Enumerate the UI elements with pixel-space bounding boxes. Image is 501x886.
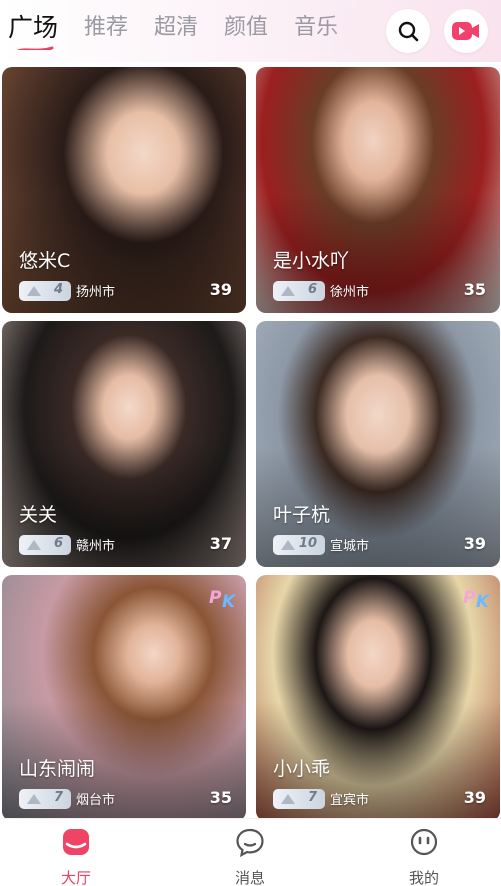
live-button[interactable] [444,9,488,53]
streamer-name: 小小乖 [273,758,331,780]
nav-hall-label: 大厅 [60,869,91,886]
nav-messages-label: 消息 [234,869,265,886]
age-label: 35 [463,280,486,299]
city-label: 扬州市 [76,285,116,300]
streamer-card[interactable]: P K 山东闹闹 7 烟台市 35 [2,575,246,821]
tab-plaza[interactable]: 广场 [8,10,58,46]
streamer-card[interactable]: 叶子杭 10 宣城市 39 [256,321,500,567]
pk-icon: P K [209,588,237,609]
nav-messages[interactable]: 消息 [210,827,290,886]
streamer-name: 叶子杭 [273,504,331,526]
city-label: 赣州市 [76,539,116,554]
city-label: 宜宾市 [330,793,370,808]
active-tab-indicator [16,46,54,50]
tab-hd[interactable]: 超清 [154,10,198,46]
level-badge: 10 [273,535,325,555]
search-button[interactable] [386,9,430,53]
streamer-name: 是小水吖 [273,250,350,272]
svg-text:P: P [463,588,476,608]
streamer-name: 山东闹闹 [19,758,96,780]
tab-recommend[interactable]: 推荐 [84,10,128,46]
streamer-card[interactable]: 是小水吖 6 徐州市 35 [256,67,500,313]
streamer-card[interactable]: 关关 6 赣州市 37 [2,321,246,567]
level-badge: 6 [19,535,71,555]
bottom-nav: 大厅 消息 我的 [0,818,501,886]
streamer-name: 关关 [19,504,58,526]
age-label: 39 [463,534,486,553]
nav-hall[interactable]: 大厅 [36,827,116,886]
hall-icon [63,829,89,855]
age-label: 35 [209,788,232,807]
level-badge: 4 [19,281,71,301]
age-label: 37 [209,534,232,553]
streamer-name: 悠米C [19,250,71,272]
video-camera-icon [452,22,479,40]
city-label: 徐州市 [330,285,370,300]
streamer-grid: 悠米C 4 扬州市 39 是小水吖 6 徐州市 35 关关 6 赣州市 37 叶… [0,62,501,821]
level-badge: 7 [273,789,325,809]
pk-icon: P K [463,588,491,609]
top-bar: 广场 推荐 超清 颜值 音乐 [0,0,501,62]
streamer-card[interactable]: P K 小小乖 7 宜宾市 39 [256,575,500,821]
message-icon [236,828,264,857]
search-icon [398,21,419,42]
city-label: 宣城市 [330,539,370,554]
nav-profile[interactable]: 我的 [384,827,464,886]
level-badge: 6 [273,281,325,301]
profile-icon [410,828,438,856]
age-label: 39 [463,788,486,807]
streamer-card[interactable]: 悠米C 4 扬州市 39 [2,67,246,313]
nav-profile-label: 我的 [408,869,439,886]
tab-looks[interactable]: 颜值 [224,10,268,46]
svg-text:P: P [209,588,222,608]
svg-text:K: K [222,592,237,609]
city-label: 烟台市 [76,793,116,808]
svg-text:K: K [476,592,491,609]
level-badge: 7 [19,789,71,809]
category-tabs: 广场 推荐 超清 颜值 音乐 [8,10,380,50]
tabs-fade [330,8,382,52]
age-label: 39 [209,280,232,299]
